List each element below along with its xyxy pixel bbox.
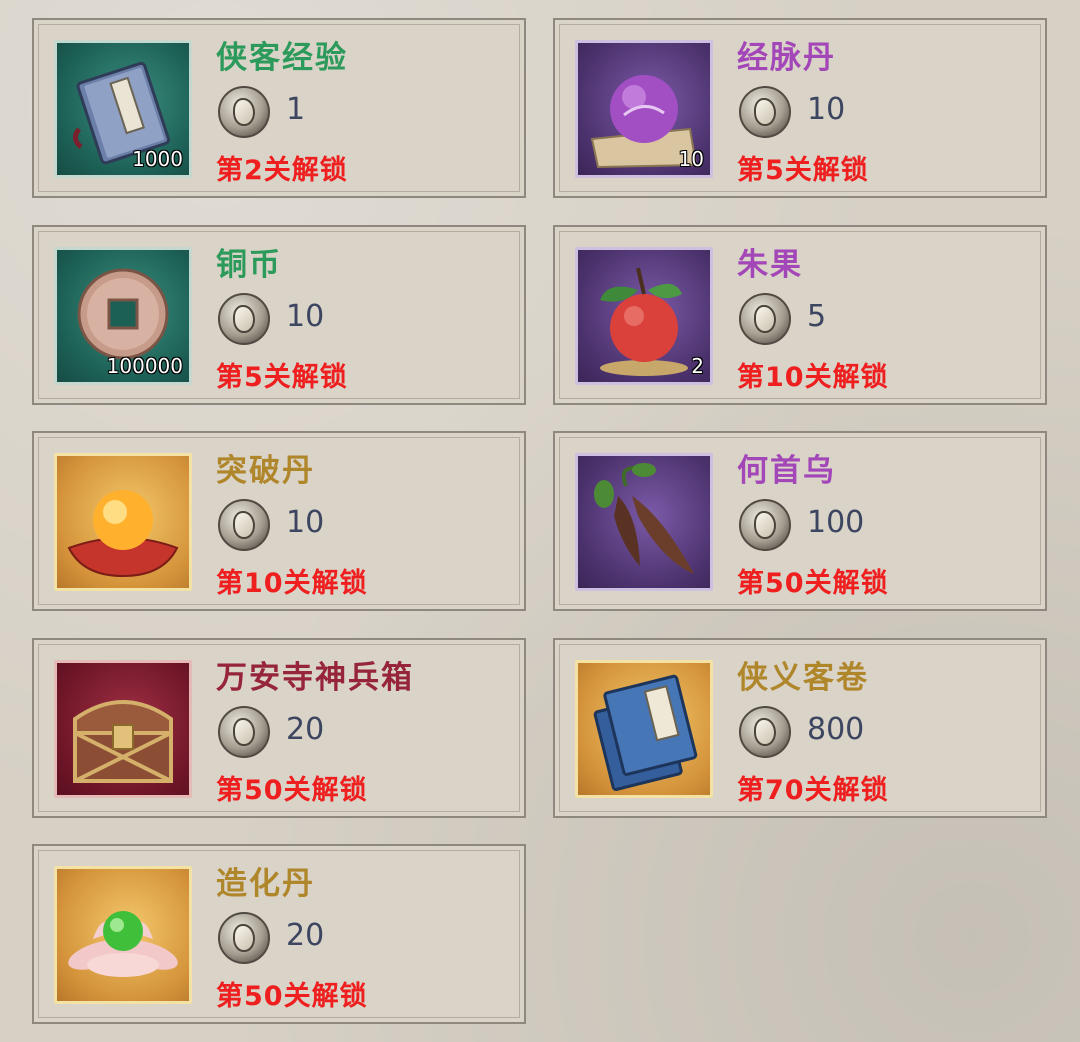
silver-coin-icon	[218, 293, 270, 345]
silver-coin-icon	[739, 86, 791, 138]
item-icon-frame	[54, 866, 192, 1004]
item-cost: 10	[286, 299, 325, 334]
shop-item-card[interactable]: 造化丹 20 第50关解锁	[32, 844, 526, 1024]
unlock-requirement: 第10关解锁	[737, 362, 889, 393]
scroll-book-icon	[593, 674, 698, 791]
shop-item-card[interactable]: 1000 侠客经验 1 第2关解锁	[32, 18, 526, 198]
shop-item-card[interactable]: 侠义客卷 800 第70关解锁	[553, 638, 1047, 818]
item-icon-frame	[575, 660, 713, 798]
item-cost: 5	[807, 299, 827, 334]
item-cost: 20	[286, 918, 325, 953]
unlock-requirement: 第50关解锁	[216, 981, 368, 1012]
silver-coin-icon	[218, 499, 270, 551]
lotus-pill-icon	[68, 911, 178, 977]
silver-coin-icon	[739, 706, 791, 758]
item-name: 突破丹	[216, 453, 315, 489]
item-icon-frame: 100000	[54, 247, 192, 385]
item-quantity: 1000	[132, 147, 183, 171]
item-quantity: 100000	[106, 354, 183, 378]
item-cost: 10	[807, 92, 846, 127]
item-name: 朱果	[737, 247, 803, 283]
item-icon-frame: 2	[575, 247, 713, 385]
silver-coin-icon	[218, 86, 270, 138]
item-icon-frame: 1000	[54, 40, 192, 178]
item-cost: 10	[286, 505, 325, 540]
item-icon-frame	[54, 660, 192, 798]
unlock-requirement: 第5关解锁	[737, 155, 869, 186]
item-name: 铜币	[216, 247, 282, 283]
item-quantity: 2	[691, 354, 704, 378]
item-cost: 1	[286, 92, 306, 127]
item-name: 万安寺神兵箱	[216, 660, 414, 696]
item-name: 侠客经验	[216, 40, 348, 76]
item-icon-frame	[575, 453, 713, 591]
shop-item-card[interactable]: 突破丹 10 第10关解锁	[32, 431, 526, 611]
item-name: 何首乌	[737, 453, 836, 489]
shop-item-card[interactable]: 10 经脉丹 10 第5关解锁	[553, 18, 1047, 198]
silver-coin-icon	[218, 912, 270, 964]
pearl-icon	[67, 490, 179, 578]
item-cost: 20	[286, 712, 325, 747]
silver-coin-icon	[218, 706, 270, 758]
item-name: 侠义客卷	[737, 660, 869, 696]
unlock-requirement: 第50关解锁	[216, 775, 368, 806]
root-icon	[594, 463, 694, 574]
item-name: 造化丹	[216, 866, 315, 902]
shop-item-card[interactable]: 100000 铜币 10 第5关解锁	[32, 225, 526, 405]
item-cost: 100	[807, 505, 865, 540]
item-icon-frame: 10	[575, 40, 713, 178]
item-name: 经脉丹	[737, 40, 836, 76]
unlock-requirement: 第2关解锁	[216, 155, 348, 186]
shop-item-card[interactable]: 何首乌 100 第50关解锁	[553, 431, 1047, 611]
item-icon-frame	[54, 453, 192, 591]
silver-coin-icon	[739, 293, 791, 345]
chest-icon	[73, 700, 173, 783]
unlock-requirement: 第70关解锁	[737, 775, 889, 806]
unlock-requirement: 第10关解锁	[216, 568, 368, 599]
silver-coin-icon	[739, 499, 791, 551]
item-quantity: 10	[678, 147, 704, 171]
unlock-requirement: 第5关解锁	[216, 362, 348, 393]
shop-item-card[interactable]: 2 朱果 5 第10关解锁	[553, 225, 1047, 405]
shop-item-card[interactable]: 万安寺神兵箱 20 第50关解锁	[32, 638, 526, 818]
item-cost: 800	[807, 712, 865, 747]
unlock-requirement: 第50关解锁	[737, 568, 889, 599]
fruit-icon	[600, 267, 688, 376]
